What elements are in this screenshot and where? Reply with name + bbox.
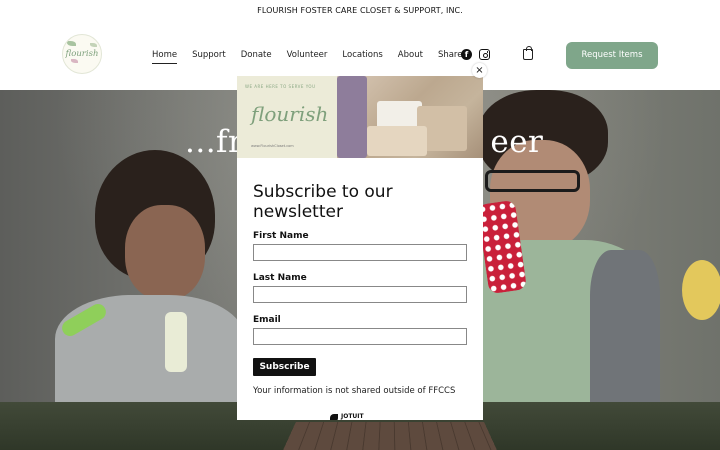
jotuit-logo-icon <box>330 414 338 420</box>
banner-photo <box>337 76 483 158</box>
nav-volunteer[interactable]: Volunteer <box>287 50 328 64</box>
hero-headline-end: eer <box>490 124 544 160</box>
banner-tagline: WE ARE HERE TO SERVE YOU <box>245 84 316 89</box>
facebook-icon[interactable]: f <box>461 49 472 60</box>
email-label: Email <box>253 315 281 325</box>
nav-donate[interactable]: Donate <box>241 50 272 64</box>
email-field[interactable] <box>253 328 467 345</box>
newsletter-popup: WE ARE HERE TO SERVE YOU flourish www.Fl… <box>237 76 483 420</box>
last-name-field[interactable] <box>253 286 467 303</box>
instagram-icon[interactable] <box>479 49 490 60</box>
banner-logo: flourish <box>251 102 329 126</box>
popup-title: Subscribe to our newsletter <box>253 182 393 222</box>
hero-boy-jacket <box>590 250 660 402</box>
last-name-label: Last Name <box>253 273 307 283</box>
request-items-button[interactable]: Request Items <box>566 42 658 69</box>
nav-support[interactable]: Support <box>192 50 226 64</box>
popup-banner: WE ARE HERE TO SERVE YOU flourish www.Fl… <box>237 76 483 158</box>
hero-boy-glasses <box>485 170 580 192</box>
shopping-bag-icon[interactable] <box>523 46 533 60</box>
announcement-bar: FLOURISH FOSTER CARE CLOSET & SUPPORT, I… <box>257 6 463 15</box>
hero-yellow-toy <box>682 260 720 320</box>
nav-locations[interactable]: Locations <box>342 50 382 64</box>
hero-bubble-bottle <box>165 312 187 372</box>
close-icon[interactable]: × <box>472 63 487 78</box>
banner-website: www.FlourishCloset.com <box>251 144 294 148</box>
nav-about[interactable]: About <box>398 50 423 64</box>
nav-share[interactable]: Share <box>438 50 463 64</box>
subscribe-button[interactable]: Subscribe <box>253 358 316 376</box>
main-nav: Home Support Donate Volunteer Locations … <box>152 50 477 64</box>
hero-girl-face <box>125 205 205 300</box>
hero-headline-start: ...fr <box>185 124 244 160</box>
logo-text: flourish <box>65 49 99 59</box>
jotuit-brand[interactable]: JOTUIT <box>341 413 364 420</box>
first-name-label: First Name <box>253 231 309 241</box>
brick-path <box>283 421 497 450</box>
site-logo[interactable]: flourish <box>62 34 102 74</box>
nav-home[interactable]: Home <box>152 50 178 64</box>
first-name-field[interactable] <box>253 244 467 261</box>
privacy-note: Your information is not shared outside o… <box>253 386 456 396</box>
